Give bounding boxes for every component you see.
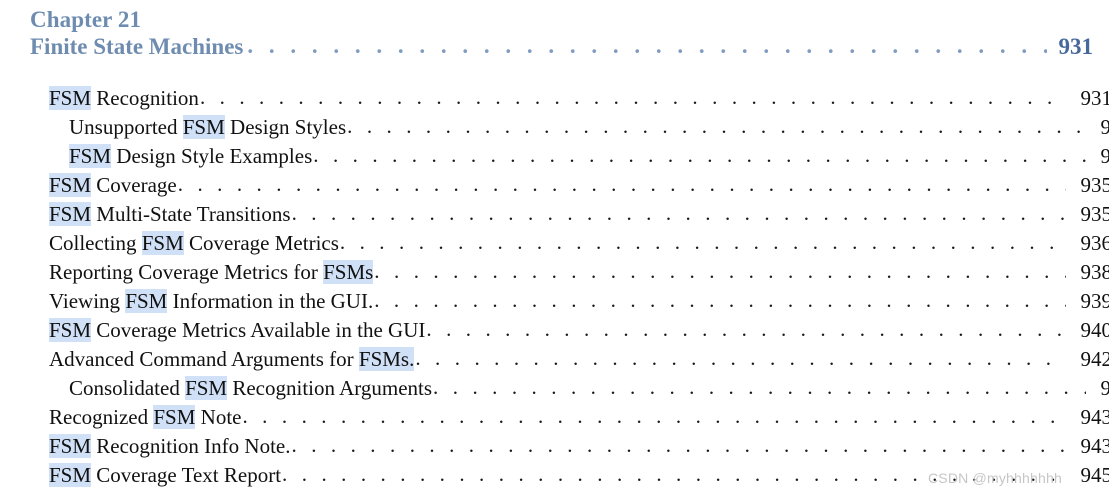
toc-entry[interactable]: FSM Coverage Text Report. . . . . . . . … xyxy=(30,461,1109,490)
toc-page-number: 932 xyxy=(1100,115,1109,139)
toc-dot-leader: . . . . . . . . . . . . . . . . . . . . … xyxy=(242,404,1066,428)
toc-dot-leader: . . . . . . . . . . . . . . . . . . . . … xyxy=(339,230,1066,254)
search-highlight: FSM xyxy=(185,376,228,400)
toc-dot-leader: . . . . . . . . . . . . . . . . . . . . … xyxy=(199,85,1066,109)
search-highlight: FSM xyxy=(153,405,196,429)
search-highlight: FSM xyxy=(49,202,92,226)
toc-entry[interactable]: Reporting Coverage Metrics for FSMs . . … xyxy=(30,258,1109,287)
toc-entry[interactable]: FSM Recognition Info Note.. . . . . . . … xyxy=(30,432,1109,461)
toc-entry-label: Recognized FSM Note xyxy=(49,403,241,432)
search-highlight: FSM xyxy=(49,86,92,110)
toc-page-number: 935 xyxy=(1080,202,1109,226)
toc-entry-label: FSM Coverage Text Report xyxy=(49,461,281,490)
toc-entry-text-run: Coverage Text Report xyxy=(91,463,282,487)
toc-entry[interactable]: FSM Multi-State Transitions. . . . . . .… xyxy=(30,200,1109,229)
search-highlight: FSMs. xyxy=(358,347,415,371)
toc-dot-leader: . . . . . . . . . . . . . . . . . . . . … xyxy=(282,462,1066,486)
search-highlight: FSM xyxy=(125,289,168,313)
toc-entry-text-run: Design Style Examples xyxy=(111,144,313,168)
toc-dot-leader: . . . . . . . . . . . . . . . . . . . . … xyxy=(433,375,1086,399)
toc-page-number: 943 xyxy=(1080,405,1109,429)
toc-dot-leader: . . . . . . . . . . . . . . . . . . . . … xyxy=(313,143,1086,167)
search-highlight: FSM xyxy=(69,144,112,168)
toc-entry[interactable]: FSM Coverage. . . . . . . . . . . . . . … xyxy=(30,171,1109,200)
toc-page-number: 936 xyxy=(1080,231,1109,255)
chapter-number-label: Chapter 21 xyxy=(30,7,142,32)
toc-page-number: 942 xyxy=(1080,347,1109,371)
chapter-heading-block: Chapter 21 Finite State Machines . . . .… xyxy=(30,6,1093,61)
toc-page: Chapter 21 Finite State Machines . . . .… xyxy=(0,0,1109,502)
toc-page-number: 931 xyxy=(1080,86,1109,110)
toc-entry[interactable]: FSM Coverage Metrics Available in the GU… xyxy=(30,316,1109,345)
toc-entry[interactable]: Unsupported FSM Design Styles . . . . . … xyxy=(30,113,1109,142)
search-highlight: FSM xyxy=(49,463,92,487)
search-highlight: FSMs xyxy=(323,260,374,284)
toc-entry[interactable]: Consolidated FSM Recognition Arguments. … xyxy=(30,374,1109,403)
toc-entry-label: Reporting Coverage Metrics for FSMs xyxy=(49,258,374,287)
toc-entry-text-run: Note xyxy=(195,405,242,429)
toc-dot-leader: . . . . . . . . . . . . . . . . . . . . … xyxy=(374,288,1066,312)
toc-page-number: 938 xyxy=(1080,260,1109,284)
toc-page-number: 940 xyxy=(1080,318,1109,342)
toc-page-number: 932 xyxy=(1100,144,1109,168)
toc-entry-text-run: Recognition Info Note. xyxy=(91,434,291,458)
toc-page-number: 943 xyxy=(1080,434,1109,458)
toc-entry-label: FSM Recognition xyxy=(49,84,199,113)
search-highlight: FSM xyxy=(182,115,225,139)
toc-entry-list: FSM Recognition. . . . . . . . . . . . .… xyxy=(0,84,1109,490)
toc-entry-text-run: Recognized xyxy=(49,405,154,429)
toc-entry-label: Consolidated FSM Recognition Arguments xyxy=(69,374,432,403)
search-highlight: FSM xyxy=(141,231,184,255)
toc-entry-text-run: Collecting xyxy=(49,231,142,255)
toc-dot-leader: . . . . . . . . . . . . . . . . . . . . … xyxy=(374,259,1066,283)
toc-entry-label: FSM Design Style Examples xyxy=(69,142,312,171)
toc-entry[interactable]: Collecting FSM Coverage Metrics . . . . … xyxy=(30,229,1109,258)
toc-entry-text-run: Design Styles xyxy=(224,115,347,139)
toc-entry[interactable]: FSM Design Style Examples . . . . . . . … xyxy=(30,142,1109,171)
toc-entry-label: Unsupported FSM Design Styles xyxy=(69,113,346,142)
toc-entry-text-run: Viewing xyxy=(49,289,126,313)
toc-entry-label: Advanced Command Arguments for FSMs. xyxy=(49,345,415,374)
toc-page-number: 939 xyxy=(1080,289,1109,313)
toc-page-number: 942 xyxy=(1100,376,1109,400)
chapter-page-number: 931 xyxy=(1058,34,1094,59)
toc-entry[interactable]: Advanced Command Arguments for FSMs.. . … xyxy=(30,345,1109,374)
toc-entry-label: FSM Recognition Info Note. xyxy=(49,432,291,461)
toc-dot-leader: . . . . . . . . . . . . . . . . . . . . … xyxy=(177,172,1066,196)
toc-entry-label: Viewing FSM Information in the GUI. xyxy=(49,287,373,316)
toc-entry-text-run: Coverage Metrics xyxy=(183,231,339,255)
toc-entry[interactable]: Recognized FSM Note. . . . . . . . . . .… xyxy=(30,403,1109,432)
toc-entry[interactable]: Viewing FSM Information in the GUI.. . .… xyxy=(30,287,1109,316)
toc-entry-text-run: Multi-State Transitions xyxy=(91,202,291,226)
chapter-title: Finite State Machines xyxy=(30,34,244,59)
toc-entry-label: FSM Multi-State Transitions xyxy=(49,200,291,229)
search-highlight: FSM xyxy=(49,434,92,458)
toc-entry-label: Collecting FSM Coverage Metrics xyxy=(49,229,339,258)
search-highlight: FSM xyxy=(49,318,92,342)
toc-entry[interactable]: FSM Recognition. . . . . . . . . . . . .… xyxy=(30,84,1109,113)
chapter-dot-leader: . . . . . . . . . . . . . . . . . . . . … xyxy=(247,33,1047,58)
toc-entry-label: FSM Coverage xyxy=(49,171,177,200)
toc-dot-leader: . . . . . . . . . . . . . . . . . . . . … xyxy=(426,317,1066,341)
toc-page-number: 945 xyxy=(1080,463,1109,487)
search-highlight: FSM xyxy=(49,173,92,197)
toc-entry-text-run: Reporting Coverage Metrics for xyxy=(49,260,324,284)
toc-dot-leader: . . . . . . . . . . . . . . . . . . . . … xyxy=(291,201,1066,225)
toc-entry-label: FSM Coverage Metrics Available in the GU… xyxy=(49,316,425,345)
toc-entry-text-run: Coverage xyxy=(91,173,177,197)
toc-entry-text-run: Recognition xyxy=(91,86,199,110)
toc-dot-leader: . . . . . . . . . . . . . . . . . . . . … xyxy=(347,114,1086,138)
chapter-title-row[interactable]: Finite State Machines . . . . . . . . . … xyxy=(30,33,1093,61)
toc-dot-leader: . . . . . . . . . . . . . . . . . . . . … xyxy=(415,346,1066,370)
toc-page-number: 935 xyxy=(1080,173,1109,197)
toc-dot-leader: . . . . . . . . . . . . . . . . . . . . … xyxy=(291,433,1067,457)
toc-entry-text-run: Recognition Arguments xyxy=(227,376,433,400)
toc-entry-text-run: Unsupported xyxy=(69,115,183,139)
toc-entry-text-run: Advanced Command Arguments for xyxy=(49,347,359,371)
toc-entry-text-run: Coverage Metrics Available in the GUI xyxy=(91,318,426,342)
toc-entry-text-run: Consolidated xyxy=(69,376,186,400)
toc-entry-text-run: Information in the GUI. xyxy=(167,289,374,313)
